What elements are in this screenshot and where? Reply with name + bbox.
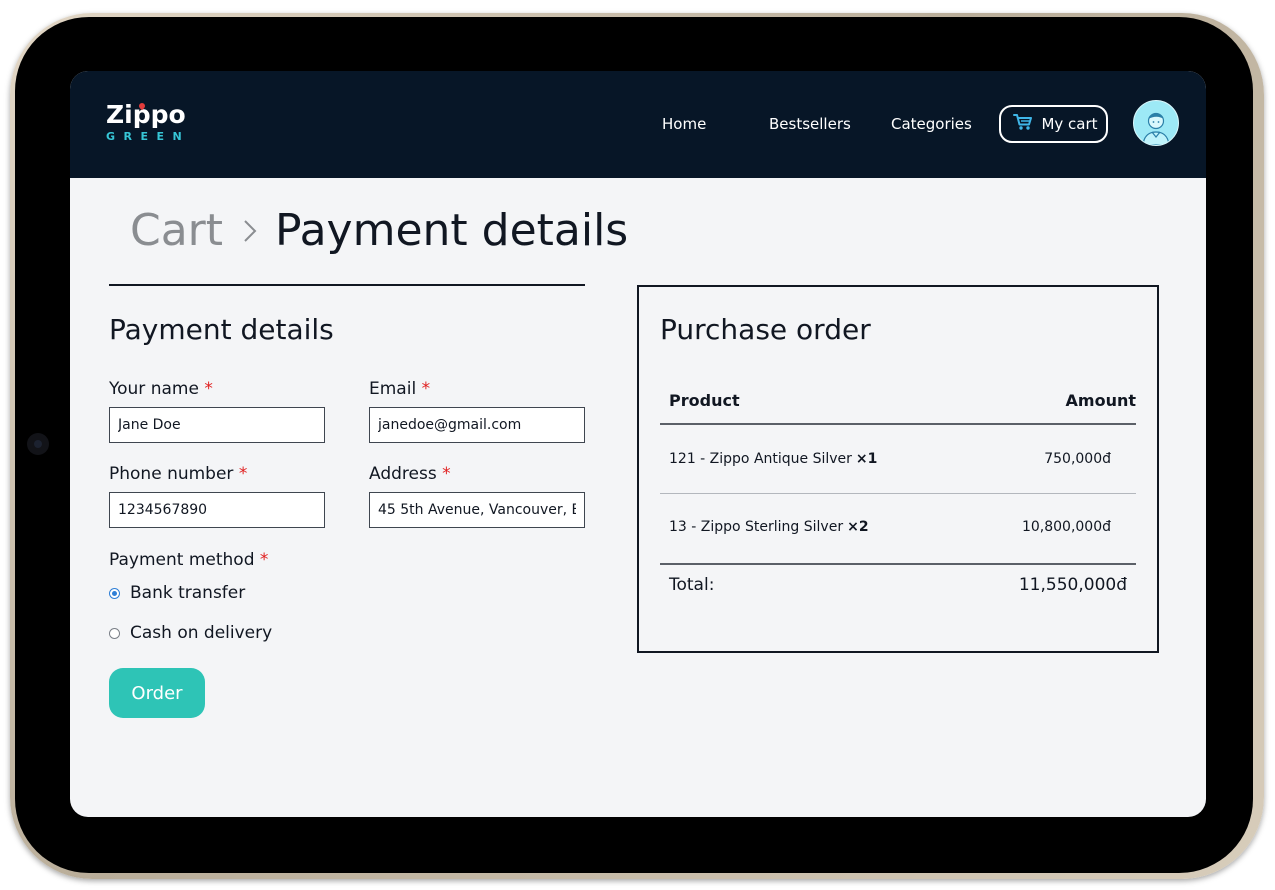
breadcrumb-current: Payment details [275,205,629,256]
required-mark: * [238,464,248,484]
total-label: Total: [669,575,715,595]
breadcrumb: Cart Payment details [130,205,628,256]
payment-option-label: Cash on delivery [130,623,273,643]
brand-subtitle: GREEN [106,130,191,143]
purchase-order-panel: Purchase order Product Amount 121 - Zipp… [637,285,1159,653]
nav-home[interactable]: Home [662,115,706,133]
order-item-amount: 10,800,000đ [1021,519,1111,535]
payment-method-label-text: Payment method [109,550,255,570]
address-label-text: Address [369,464,437,484]
email-label: Email * [369,379,430,399]
nav-categories[interactable]: Categories [891,115,972,133]
payment-details-title: Payment details [109,313,334,346]
header-divider [660,423,1136,425]
phone-field[interactable] [109,492,325,528]
required-mark: * [442,464,451,484]
order-button[interactable]: Order [109,668,205,718]
product-name: 13 - Zippo Sterling Silver [669,519,844,535]
chevron-right-icon [243,219,257,243]
my-cart-button[interactable]: My cart [999,105,1108,143]
breadcrumb-cart-link[interactable]: Cart [130,205,223,256]
front-camera [27,433,49,455]
phone-label-text: Phone number [109,464,234,484]
email-field[interactable] [369,407,585,443]
phone-label: Phone number * [109,464,247,484]
total-value: 11,550,000đ [1018,575,1127,595]
app-screen: Zippo GREEN Home Bestsellers Categories … [70,71,1206,817]
name-label: Your name * [109,379,213,399]
name-label-text: Your name [109,379,199,399]
brand-logo[interactable]: Zippo GREEN [106,100,190,144]
my-cart-label: My cart [1041,115,1098,133]
row-divider [660,493,1136,494]
payment-option-bank-transfer[interactable]: Bank transfer [109,583,245,603]
address-label: Address * [369,464,451,484]
nav-bestsellers[interactable]: Bestsellers [769,115,851,133]
payment-option-cash-on-delivery[interactable]: Cash on delivery [109,623,272,643]
column-header-product: Product [669,391,740,410]
section-divider [109,284,585,286]
column-header-amount: Amount [1065,391,1136,410]
name-field[interactable] [109,407,325,443]
top-navbar: Zippo GREEN Home Bestsellers Categories … [70,71,1206,178]
user-avatar-icon[interactable] [1133,100,1179,146]
payment-method-label: Payment method * [109,550,268,570]
product-name: 121 - Zippo Antique Silver [669,451,852,467]
product-quantity: ×1 [855,451,878,467]
product-quantity: ×2 [847,519,869,535]
cart-icon [1013,113,1033,135]
radio-button[interactable] [109,627,120,639]
required-mark: * [204,379,213,399]
order-item-product: 13 - Zippo Sterling Silver ×2 [669,519,869,535]
required-mark: * [259,550,269,570]
radio-button-selected[interactable] [109,587,120,599]
order-item-amount: 750,000đ [1044,451,1111,467]
total-divider [660,563,1136,565]
payment-option-label: Bank transfer [130,583,246,603]
brand-name: Zippo [106,100,186,129]
order-item-product: 121 - Zippo Antique Silver ×1 [669,451,877,467]
purchase-order-title: Purchase order [660,313,871,346]
email-label-text: Email [369,379,417,399]
address-field[interactable] [369,492,585,528]
required-mark: * [421,379,431,399]
